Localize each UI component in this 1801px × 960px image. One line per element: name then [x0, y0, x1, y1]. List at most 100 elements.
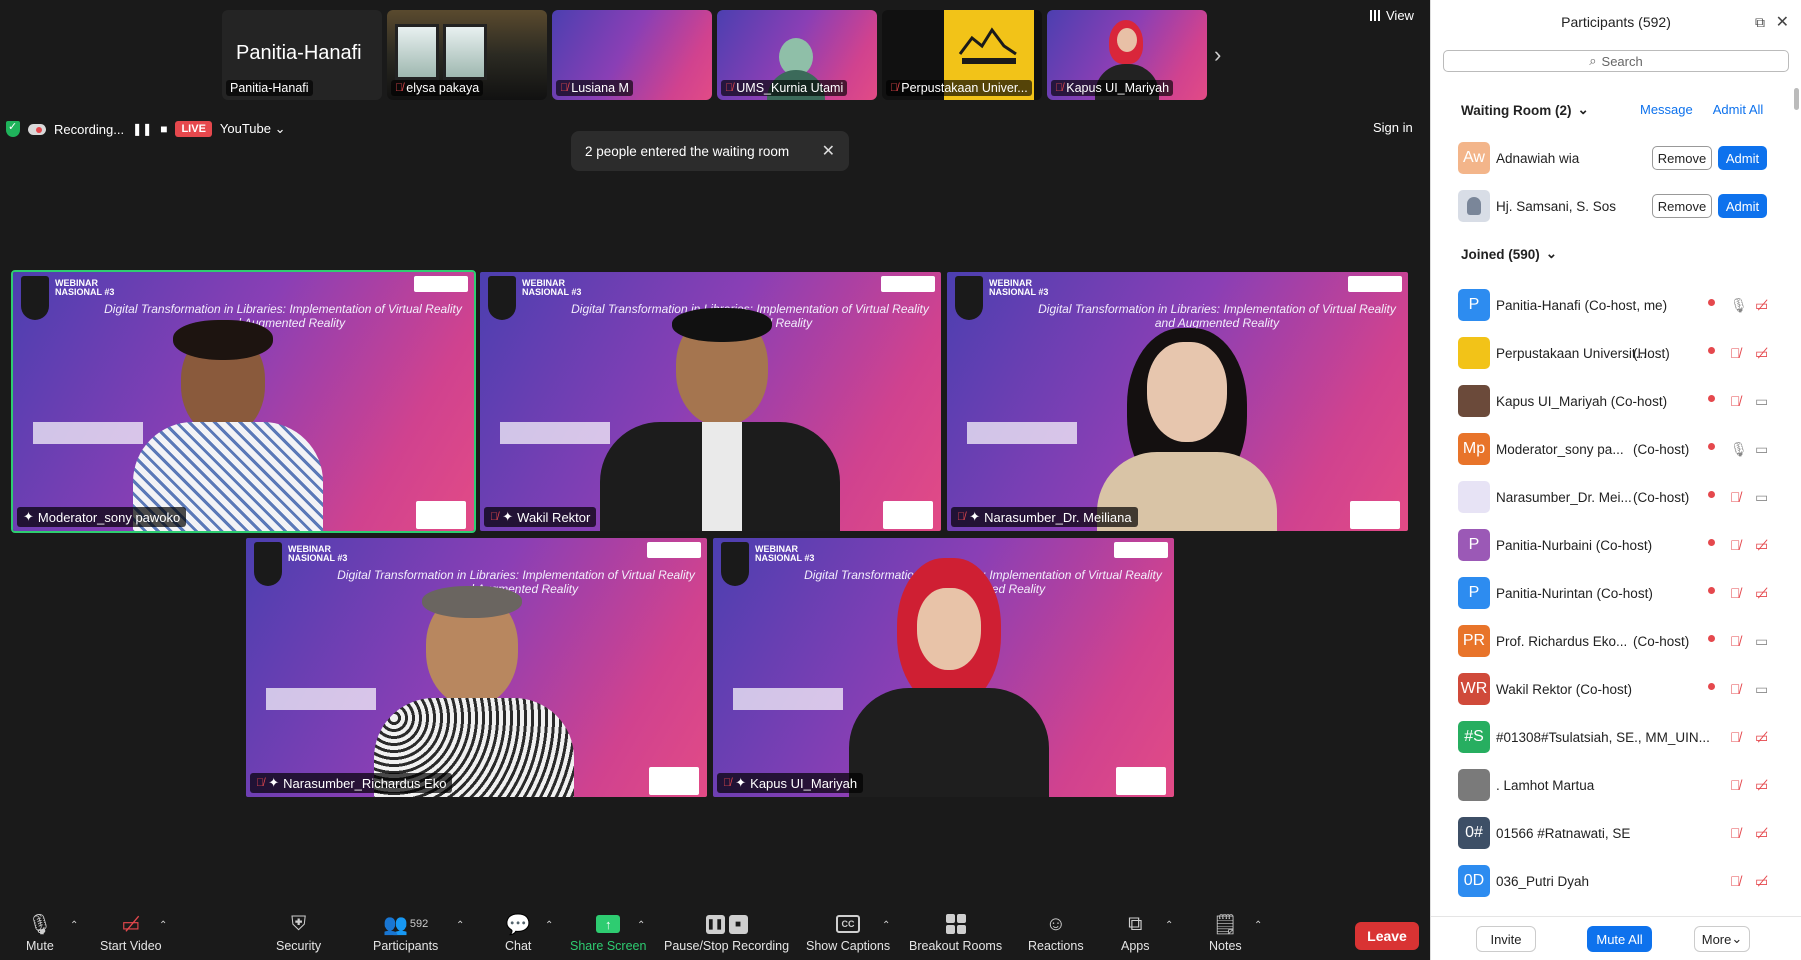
pin-icon: ✦: [23, 509, 34, 524]
breakout-rooms-button[interactable]: Breakout Rooms: [909, 912, 1002, 953]
close-icon[interactable]: ✕: [1776, 12, 1789, 32]
leave-button[interactable]: Leave: [1355, 922, 1419, 950]
participant-role: (Co-host): [1633, 633, 1690, 649]
mic-off-icon[interactable]: 🎙̸: [1730, 777, 1741, 793]
mic-off-icon[interactable]: 🎙̸: [1730, 585, 1741, 601]
chevron-up-icon[interactable]: ⌃: [1165, 920, 1173, 931]
invite-button[interactable]: Invite: [1476, 926, 1536, 952]
live-badge[interactable]: LIVE: [175, 121, 212, 137]
share-screen-button[interactable]: ↑ Share Screen: [570, 912, 646, 953]
video-off-icon[interactable]: ▭̸: [1755, 777, 1768, 794]
show-captions-button[interactable]: CC Show Captions: [806, 912, 890, 953]
mute-button[interactable]: 🎙 Mute: [26, 912, 54, 954]
participant-row[interactable]: Kapus UI_Mariyah (Co-host) 🎙̸ ▭: [1430, 381, 1785, 421]
close-icon[interactable]: ✕: [822, 141, 835, 161]
mic-off-icon[interactable]: 🎙̸: [1730, 873, 1741, 889]
video-camera-icon[interactable]: ▭: [1755, 681, 1768, 698]
chevron-up-icon[interactable]: ⌃: [159, 920, 167, 931]
chevron-up-icon[interactable]: ⌃: [70, 920, 78, 931]
mic-off-icon[interactable]: 🎙̸: [1730, 393, 1741, 409]
pause-recording-icon[interactable]: ❚❚: [132, 122, 152, 136]
thumbnail-elysa-pakaya[interactable]: 🎙̸ elysa pakaya: [387, 10, 547, 100]
participant-row[interactable]: . Lamhot Martua 🎙̸ ▭̸: [1430, 765, 1785, 805]
participant-row[interactable]: 0D 036_Putri Dyah 🎙̸ ▭̸: [1430, 861, 1785, 901]
video-camera-icon[interactable]: ▭: [1755, 489, 1768, 506]
chevron-up-icon[interactable]: ⌃: [1254, 920, 1262, 931]
pop-out-icon[interactable]: ⧉: [1755, 14, 1765, 31]
participant-row[interactable]: P Panitia-Hanafi (Co-host, me) 🎙 ▭̸: [1430, 285, 1785, 325]
encryption-shield-icon[interactable]: [6, 120, 20, 137]
panel-scrollbar[interactable]: [1794, 88, 1799, 110]
video-off-icon[interactable]: ▭̸: [1755, 825, 1768, 842]
chevron-up-icon[interactable]: ⌃: [637, 920, 645, 931]
participant-row[interactable]: Perpustakaan Universit... (Host) 🎙̸ ▭̸: [1430, 333, 1785, 373]
remove-button[interactable]: Remove: [1652, 146, 1712, 170]
admit-button[interactable]: Admit: [1718, 194, 1767, 218]
video-camera-icon[interactable]: ▭: [1755, 441, 1768, 458]
mic-off-icon[interactable]: 🎙̸: [1730, 537, 1741, 553]
thumbnail-kapus-ui-mariyah[interactable]: 🎙̸ Kapus UI_Mariyah: [1047, 10, 1207, 100]
security-button[interactable]: ⛨ Security: [276, 912, 321, 954]
message-link[interactable]: Message: [1640, 102, 1693, 117]
mic-off-icon[interactable]: 🎙̸: [1730, 633, 1741, 649]
video-camera-icon[interactable]: ▭: [1755, 633, 1768, 650]
notes-button[interactable]: 🗒 Notes: [1209, 912, 1242, 954]
start-video-button[interactable]: ▭̸ Start Video: [100, 912, 162, 954]
microphone-icon[interactable]: 🎙: [1730, 441, 1748, 458]
video-tile-dr-meiliana[interactable]: WEBINAR NASIONAL #3 Digital Transformatio…: [947, 272, 1408, 531]
participant-row[interactable]: WR Wakil Rektor (Co-host) 🎙̸ ▭: [1430, 669, 1785, 709]
view-button[interactable]: View: [1370, 8, 1414, 23]
mic-off-icon[interactable]: 🎙̸: [1730, 489, 1741, 505]
participant-row[interactable]: #S #01308#Tsulatsiah, SE., MM_UIN... 🎙̸ ▭̸: [1430, 717, 1785, 757]
participant-row[interactable]: 0# 01566 #Ratnawati, SE 🎙̸ ▭̸: [1430, 813, 1785, 853]
chevron-up-icon[interactable]: ⌃: [545, 920, 553, 931]
apps-button[interactable]: ⧉ Apps: [1121, 912, 1150, 954]
mic-off-icon[interactable]: 🎙̸: [1730, 825, 1741, 841]
mic-off-icon[interactable]: 🎙̸: [1730, 681, 1741, 697]
thumbnail-perpustakaan[interactable]: 🎙̸ Perpustakaan Univer...: [882, 10, 1042, 100]
more-button[interactable]: More ⌄: [1694, 926, 1750, 952]
video-off-icon[interactable]: ▭̸: [1755, 585, 1768, 602]
mute-all-button[interactable]: Mute All: [1587, 926, 1652, 952]
video-tile-richardus-eko[interactable]: WEBINAR NASIONAL #3 Digital Transformatio…: [246, 538, 707, 797]
remove-button[interactable]: Remove: [1652, 194, 1712, 218]
video-off-icon[interactable]: ▭̸: [1755, 729, 1768, 746]
waiting-room-header[interactable]: Waiting Room (2) ⌄: [1461, 102, 1589, 118]
stop-recording-icon[interactable]: ■: [160, 122, 167, 136]
thumbnail-panitia-hanafi[interactable]: Panitia-Hanafi Panitia-Hanafi: [222, 10, 382, 100]
livestream-platform-dropdown[interactable]: YouTube ⌄: [220, 121, 286, 137]
thumbnail-lusiana-m[interactable]: 🎙̸ Lusiana M: [552, 10, 712, 100]
video-off-icon[interactable]: ▭̸: [1755, 537, 1768, 554]
chat-button[interactable]: 💬 Chat: [505, 912, 531, 954]
participant-row[interactable]: P Panitia-Nurbaini (Co-host) 🎙̸ ▭̸: [1430, 525, 1785, 565]
admit-all-link[interactable]: Admit All: [1713, 102, 1764, 117]
video-camera-icon[interactable]: ▭: [1755, 393, 1768, 410]
chevron-up-icon[interactable]: ⌃: [456, 920, 464, 931]
joined-header[interactable]: Joined (590) ⌄: [1461, 246, 1557, 262]
video-tile-wakil-rektor[interactable]: WEBINAR NASIONAL #3 Digital Transformatio…: [480, 272, 941, 531]
participant-row[interactable]: Narasumber_Dr. Mei... (Co-host) 🎙̸ ▭: [1430, 477, 1785, 517]
video-tile-moderator[interactable]: WEBINAR NASIONAL #3 Digital Transformatio…: [11, 270, 476, 533]
thumbnail-ums-kurnia-utami[interactable]: 🎙̸ UMS_Kurnia Utami: [717, 10, 877, 100]
video-off-icon[interactable]: ▭̸: [1755, 345, 1768, 362]
chevron-up-icon[interactable]: ⌃: [882, 920, 890, 931]
search-input[interactable]: ⌕ Search: [1443, 50, 1789, 72]
slide-title: Digital Transformation in Libraries: Imp…: [337, 568, 695, 596]
chevron-right-icon[interactable]: ›: [1214, 42, 1221, 68]
sign-in-link[interactable]: Sign in: [1373, 120, 1413, 135]
participant-row[interactable]: P Panitia-Nurintan (Co-host) 🎙̸ ▭̸: [1430, 573, 1785, 613]
pause-stop-recording-button[interactable]: ❚❚ ■ Pause/Stop Recording: [664, 912, 789, 953]
merdeka-belajar-logo: [1114, 542, 1168, 558]
participant-row[interactable]: Mp Moderator_sony pa... (Co-host) 🎙 ▭: [1430, 429, 1785, 469]
participant-row[interactable]: PR Prof. Richardus Eko... (Co-host) 🎙̸ ▭: [1430, 621, 1785, 661]
admit-button[interactable]: Admit: [1718, 146, 1767, 170]
microphone-icon[interactable]: 🎙: [1730, 297, 1748, 314]
video-off-icon[interactable]: ▭̸: [1755, 297, 1768, 314]
avatar: #S: [1458, 721, 1490, 753]
mic-off-icon[interactable]: 🎙̸: [1730, 729, 1741, 745]
mic-off-icon[interactable]: 🎙̸: [1730, 345, 1741, 361]
video-tile-kapus-ui-mariyah[interactable]: WEBINAR NASIONAL #3 Digital Transformatio…: [713, 538, 1174, 797]
reactions-button[interactable]: ☺ Reactions: [1028, 912, 1084, 954]
participants-button[interactable]: 👥 592 Participants: [373, 912, 438, 954]
video-off-icon[interactable]: ▭̸: [1755, 873, 1768, 890]
